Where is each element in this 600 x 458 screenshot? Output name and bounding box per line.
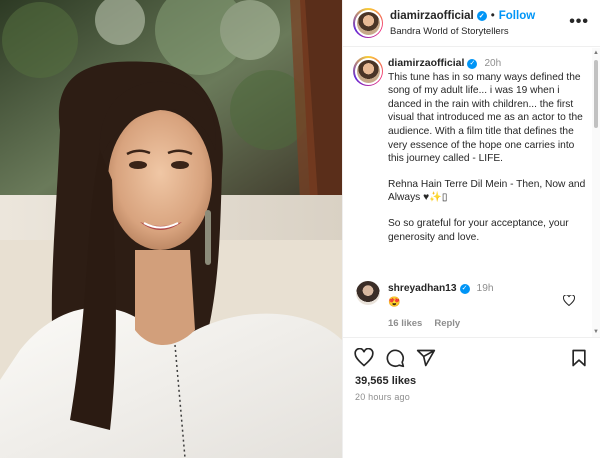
scroll-up-arrow-icon[interactable]: ▲ [593,50,599,56]
comments-section[interactable]: diamirzaofficial ✓ 20h This tune has in … [343,48,600,337]
reply-button[interactable]: Reply [434,318,460,329]
profile-avatar[interactable] [353,8,383,38]
scroll-down-arrow-icon[interactable]: ▼ [593,329,599,335]
post-author-row: diamirzaofficial ✓ • Follow [390,10,535,22]
post-location[interactable]: Bandra World of Storytellers [390,26,509,37]
post-timestamp[interactable]: 20 hours ago [355,392,410,402]
post-photo[interactable] [0,0,342,458]
comment-like-heart-icon[interactable] [562,294,576,308]
comment-header: shreyadhan13 ✓ 19h [388,283,494,294]
comment-meta: 16 likes Reply [388,318,460,329]
caption-header: diamirzaofficial ✓ 20h [388,57,588,71]
avatar-image [356,11,380,35]
share-paper-plane-icon[interactable] [416,348,436,368]
comments-scrollbar[interactable]: ▲ ▼ [592,48,600,337]
verified-badge-icon: ✓ [476,11,487,21]
likes-count[interactable]: 39,565 likes [355,375,416,387]
post-caption: diamirzaofficial ✓ 20h This tune has in … [388,57,588,244]
caption-paragraph-2: Rehna Hain Terre Dil Mein - Then, Now an… [388,178,586,204]
follow-button[interactable]: Follow [499,10,535,22]
post-header: diamirzaofficial ✓ • Follow Bandra World… [343,0,600,47]
caption-paragraph-1: This tune has in so many ways defined th… [388,71,583,165]
post-image [0,0,342,458]
caption-username[interactable]: diamirzaofficial [388,57,464,71]
caption-time: 20h [484,58,502,69]
comment-time: 19h [476,283,494,294]
caption-paragraph-3: So so grateful for your acceptance, your… [388,217,569,243]
comment-likes[interactable]: 16 likes [388,318,422,329]
separator-dot: • [490,10,495,22]
verified-badge-icon: ✓ [467,58,478,69]
like-heart-icon[interactable] [354,348,374,368]
scroll-thumb[interactable] [594,60,598,128]
avatar-image [356,59,380,83]
comment-bubble-icon[interactable] [385,348,405,368]
verified-badge-icon: ✓ [459,283,470,294]
post-actions: 39,565 likes 20 hours ago [343,337,600,458]
comment-username[interactable]: shreyadhan13 [388,283,457,294]
post-username[interactable]: diamirzaofficial [390,10,474,22]
comment-text: 😍 [388,297,401,308]
save-bookmark-icon[interactable] [569,348,589,368]
more-options-icon[interactable]: ••• [569,14,589,30]
post-details-panel: diamirzaofficial ✓ • Follow Bandra World… [342,0,600,458]
caption-avatar[interactable] [353,56,383,86]
comment-avatar[interactable] [356,281,380,305]
